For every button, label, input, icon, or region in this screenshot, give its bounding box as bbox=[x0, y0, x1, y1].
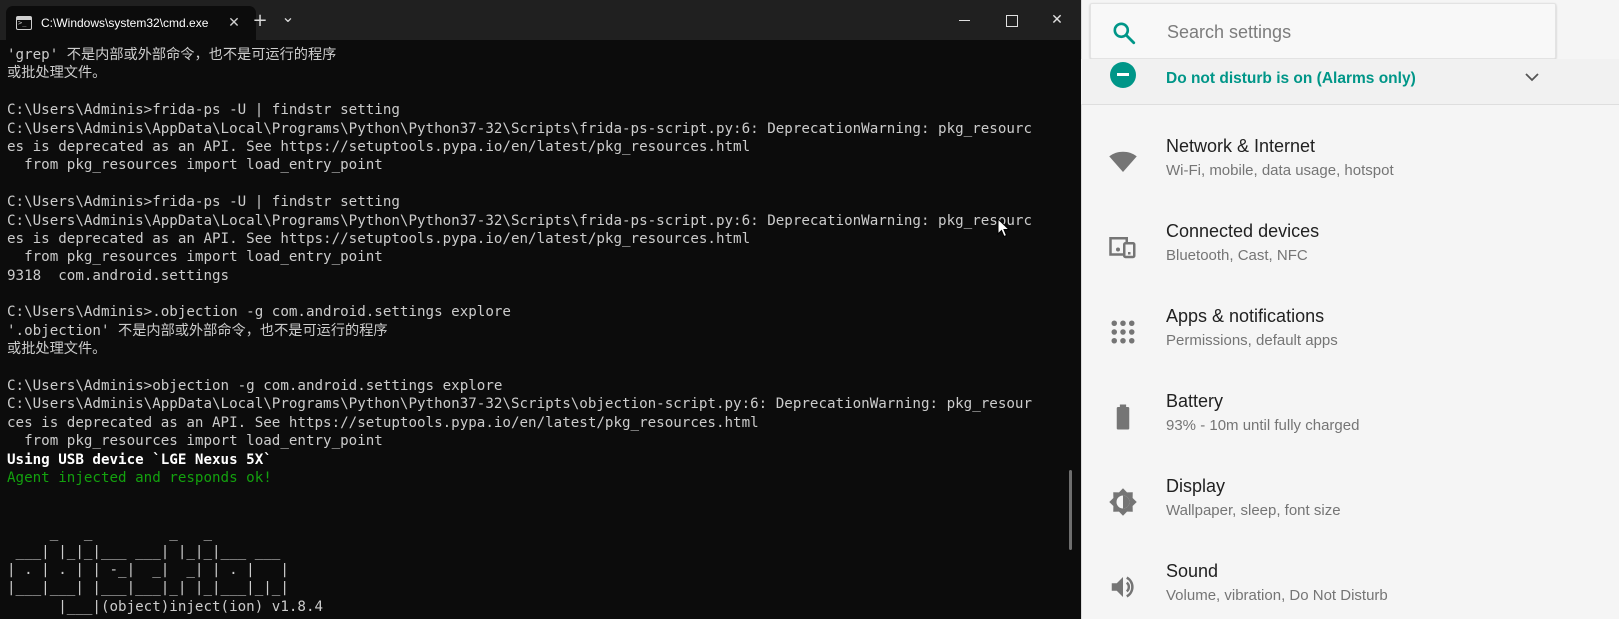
devices-icon bbox=[1109, 237, 1136, 259]
new-tab-button[interactable]: + bbox=[248, 9, 272, 33]
terminal-line: C:\Users\Adminis\AppData\Local\Programs\… bbox=[7, 396, 1032, 413]
setting-title: Apps & notifications bbox=[1166, 306, 1325, 326]
terminal-line: |___|(object)inject(ion) v1.8.4 bbox=[7, 598, 324, 615]
terminal-line: es is deprecated as an API. See https://… bbox=[7, 138, 751, 155]
terminal-line: _ _ _ _ bbox=[7, 525, 212, 542]
terminal-titlebar: C:\Windows\system32\cmd.exe ✕ + ⌄ ✕ bbox=[0, 0, 1117, 40]
terminal-line: from pkg_resources import load_entry_poi… bbox=[7, 157, 383, 174]
terminal-line: C:\Users\Adminis>objection -g com.androi… bbox=[7, 378, 503, 395]
terminal-line: C:\Users\Adminis\AppData\Local\Programs\… bbox=[7, 120, 1032, 137]
setting-title: Display bbox=[1166, 476, 1226, 496]
setting-title: Network & Internet bbox=[1166, 136, 1316, 156]
terminal-window: C:\Windows\system32\cmd.exe ✕ + ⌄ ✕ 'gre… bbox=[0, 0, 1117, 619]
setting-sound[interactable]: Sound Volume, vibration, Do Not Disturb bbox=[1081, 550, 1619, 619]
terminal-tab[interactable]: C:\Windows\system32\cmd.exe ✕ bbox=[6, 6, 256, 40]
setting-subtitle: Wallpaper, sleep, font size bbox=[1166, 502, 1341, 519]
terminal-line: Agent injected and responds ok! bbox=[7, 469, 272, 486]
setting-subtitle: Permissions, default apps bbox=[1166, 332, 1338, 349]
dnd-status-text: Do not disturb is on (Alarms only) bbox=[1166, 70, 1416, 87]
brightness-icon bbox=[1109, 488, 1137, 516]
terminal-line: C:\Users\Adminis>frida-ps -U | findstr s… bbox=[7, 194, 400, 211]
terminal-line: 9318 com.android.settings bbox=[7, 267, 230, 284]
dnd-icon bbox=[1110, 62, 1136, 88]
terminal-scrollbar[interactable] bbox=[1069, 470, 1072, 550]
setting-battery[interactable]: Battery 93% - 10m until fully charged bbox=[1081, 380, 1619, 465]
setting-network-internet[interactable]: Network & Internet Wi-Fi, mobile, data u… bbox=[1081, 125, 1619, 210]
terminal-line: Using USB device `LGE Nexus 5X` bbox=[7, 451, 272, 468]
tab-dropdown-button[interactable]: ⌄ bbox=[276, 5, 300, 29]
setting-subtitle: Bluetooth, Cast, NFC bbox=[1166, 247, 1308, 264]
search-icon bbox=[1113, 22, 1136, 45]
setting-subtitle: Wi-Fi, mobile, data usage, hotspot bbox=[1166, 162, 1394, 179]
battery-icon bbox=[1116, 404, 1130, 430]
chevron-down-icon[interactable] bbox=[1525, 73, 1539, 82]
search-input[interactable]: Search settings bbox=[1167, 22, 1291, 43]
terminal-line: C:\Users\Adminis>.objection -g com.andro… bbox=[7, 304, 511, 321]
settings-panel: Search settings Do not disturb is on (Al… bbox=[1081, 0, 1619, 619]
search-bar[interactable]: Search settings bbox=[1090, 3, 1556, 59]
setting-title: Sound bbox=[1166, 561, 1219, 581]
terminal-line: from pkg_resources import load_entry_poi… bbox=[7, 433, 383, 450]
volume-icon bbox=[1111, 576, 1134, 598]
maximize-button[interactable] bbox=[988, 0, 1034, 40]
terminal-line: ces is deprecated as an API. See https:/… bbox=[7, 414, 759, 431]
setting-subtitle: Volume, vibration, Do Not Disturb bbox=[1166, 587, 1388, 604]
terminal-line: es is deprecated as an API. See https://… bbox=[7, 230, 751, 247]
terminal-line: 或批处理文件。 bbox=[7, 65, 107, 82]
terminal-line: 或批处理文件。 bbox=[7, 341, 107, 358]
terminal-line: |___|___| |___|___|_| |_|___|_|_| bbox=[7, 580, 289, 597]
tab-close-icon[interactable]: ✕ bbox=[224, 13, 244, 33]
setting-title: Battery bbox=[1166, 391, 1224, 411]
dnd-banner[interactable]: Do not disturb is on (Alarms only) bbox=[1081, 59, 1619, 105]
terminal-output[interactable]: 'grep' 不是内部或外部命令，也不是可运行的程序 或批处理文件。 C:\User… bbox=[7, 46, 1077, 619]
tab-title: C:\Windows\system32\cmd.exe bbox=[41, 16, 209, 30]
terminal-line: C:\Users\Adminis>frida-ps -U | findstr s… bbox=[7, 102, 400, 119]
terminal-line: | . | . | | -_| _| _| | . | | bbox=[7, 561, 289, 578]
setting-connected-devices[interactable]: Connected devices Bluetooth, Cast, NFC bbox=[1081, 210, 1619, 295]
setting-apps-notifications[interactable]: Apps & notifications Permissions, defaul… bbox=[1081, 295, 1619, 380]
minimize-button[interactable] bbox=[942, 0, 988, 40]
setting-title: Connected devices bbox=[1166, 221, 1320, 241]
wifi-icon bbox=[1109, 151, 1137, 172]
terminal-line: ___| |_|_|___ ___| |_|_|___ ___ bbox=[7, 543, 281, 560]
terminal-line: C:\Users\Adminis\AppData\Local\Programs\… bbox=[7, 212, 1032, 229]
cmd-icon bbox=[16, 16, 32, 30]
terminal-line: '.objection' 不是内部或外部命令，也不是可运行的程序 bbox=[7, 322, 388, 339]
setting-display[interactable]: Display Wallpaper, sleep, font size bbox=[1081, 465, 1619, 550]
apps-icon bbox=[1111, 320, 1135, 344]
terminal-line: 'grep' 不是内部或外部命令，也不是可运行的程序 bbox=[7, 47, 337, 63]
close-button[interactable]: ✕ bbox=[1034, 0, 1080, 40]
setting-subtitle: 93% - 10m until fully charged bbox=[1166, 417, 1360, 434]
mouse-cursor-icon bbox=[997, 218, 1011, 238]
terminal-line: from pkg_resources import load_entry_poi… bbox=[7, 249, 383, 266]
